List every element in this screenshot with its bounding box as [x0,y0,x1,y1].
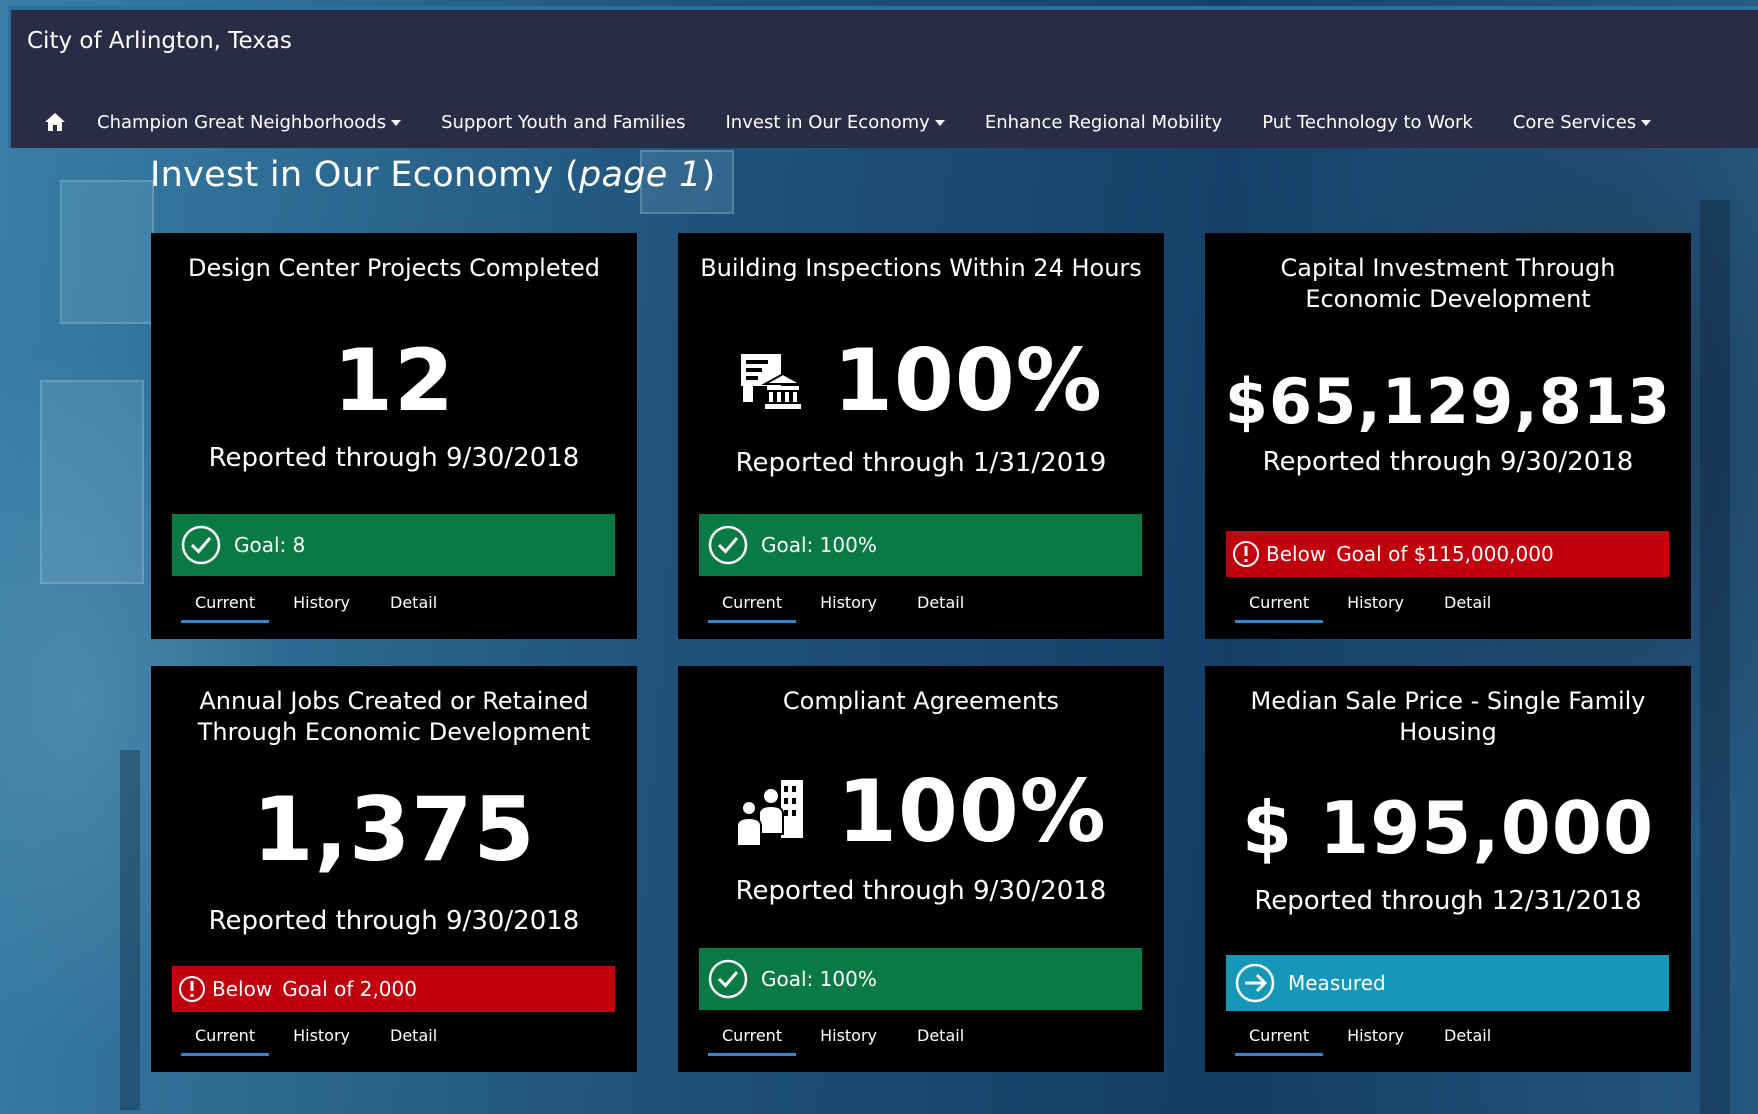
alert-circle-icon [178,975,206,1003]
tab-detail[interactable]: Detail [907,593,974,623]
kpi-card-median-sale-price: Median Sale Price - Single Family Housin… [1205,666,1691,1072]
tab-current[interactable]: Current [1235,1026,1324,1056]
card-tabs: Current History Detail [181,593,467,623]
reported-through: Reported through 9/30/2018 [1262,447,1634,477]
status-bar-below-goal: Below Goal of 2,000 [172,966,615,1012]
kpi-value-row: 100% [678,762,1164,862]
tab-detail[interactable]: Detail [1434,593,1501,623]
status-text: Goal of 2,000 [282,977,417,1001]
status-text: Goal: 100% [761,967,877,991]
reported-through: Reported through 12/31/2018 [1254,886,1642,916]
tab-detail[interactable]: Detail [380,1026,447,1056]
caret-down-icon [1641,120,1652,126]
kpi-card-annual-jobs: Annual Jobs Created or Retained Through … [151,666,637,1072]
site-title[interactable]: City of Arlington, Texas [27,28,292,54]
nav-item-label: Core Services [1512,111,1637,133]
tab-history[interactable]: History [1337,593,1414,623]
nav-item-enhance-regional-mobility[interactable]: Enhance Regional Mobility [985,112,1222,133]
background-tree-trunk [1700,200,1730,1114]
nav-item-label: Put Technology to Work [1262,111,1473,133]
status-label: Below [212,977,273,1001]
reported-through: Reported through 9/30/2018 [208,443,580,473]
background-window [60,180,154,324]
alert-circle-icon [1232,540,1260,568]
card-title: Compliant Agreements [782,687,1060,715]
card-title: Design Center Projects Completed [187,254,601,282]
kpi-card-design-center-projects: Design Center Projects Completed 12 Repo… [151,233,637,639]
card-tabs: Current History Detail [708,593,994,623]
home-icon[interactable] [43,110,67,134]
kpi-value: $65,129,813 [1224,365,1672,438]
tab-detail[interactable]: Detail [1434,1026,1501,1056]
card-tabs: Current History Detail [1235,1026,1521,1056]
header-bar: City of Arlington, Texas Champion Great … [8,6,1758,148]
kpi-value-row: 100% [678,331,1164,431]
arrow-right-circle-icon [1234,962,1276,1004]
building-inspection-icon [739,352,804,410]
page-title-text: Invest in Our Economy [150,155,554,195]
status-label: Below [1266,542,1327,566]
check-circle-icon [180,524,222,566]
page-title-suffix: page 1 [578,155,702,195]
page-title: Invest in Our Economy (page 1) [150,155,716,195]
kpi-value: 100% [833,331,1103,431]
card-title: Annual Jobs Created or Retained Through … [197,687,591,746]
status-bar-measured: Measured [1226,955,1669,1011]
nav-item-support-youth-and-families[interactable]: Support Youth and Families [441,112,685,133]
tab-history[interactable]: History [1337,1026,1414,1056]
nav-item-put-technology-to-work[interactable]: Put Technology to Work [1262,112,1473,133]
card-title: Capital Investment Through Economic Deve… [1280,254,1616,313]
status-bar-goal-met: Goal: 8 [172,514,615,576]
tab-current[interactable]: Current [708,1026,797,1056]
kpi-value: 100% [837,762,1107,862]
nav-item-champion-great-neighborhoods[interactable]: Champion Great Neighborhoods [97,111,402,133]
tab-detail[interactable]: Detail [380,593,447,623]
status-text: Goal: 8 [234,533,306,557]
card-tabs: Current History Detail [181,1026,467,1056]
tab-current[interactable]: Current [181,593,270,623]
tab-current[interactable]: Current [1235,593,1324,623]
caret-down-icon [934,120,945,126]
reported-through: Reported through 1/31/2019 [735,448,1107,478]
status-bar-below-goal: Below Goal of $115,000,000 [1226,531,1669,577]
kpi-value: $ 195,000 [1241,786,1655,870]
nav-item-label: Enhance Regional Mobility [984,111,1223,133]
tab-history[interactable]: History [283,1026,360,1056]
card-tabs: Current History Detail [1235,593,1521,623]
status-text: Goal of $115,000,000 [1336,542,1554,566]
check-circle-icon [707,958,749,1000]
nav-item-label: Invest in Our Economy [725,111,930,133]
tab-current[interactable]: Current [181,1026,270,1056]
card-title: Median Sale Price - Single Family Housin… [1250,687,1646,746]
kpi-card-compliant-agreements: Compliant Agreements 100% Reported throu… [678,666,1164,1072]
people-building-icon [735,774,807,850]
caret-down-icon [391,120,402,126]
tab-current[interactable]: Current [708,593,797,623]
card-title: Building Inspections Within 24 Hours [700,254,1142,282]
kpi-card-building-inspections: Building Inspections Within 24 Hours 100… [678,233,1164,639]
reported-through: Reported through 9/30/2018 [735,876,1107,906]
status-bar-goal-met: Goal: 100% [699,514,1142,576]
background-window [40,380,144,584]
nav-item-label: Champion Great Neighborhoods [97,111,387,133]
status-text: Measured [1288,971,1386,995]
nav-item-label: Support Youth and Families [441,111,686,133]
status-text: Goal: 100% [761,533,877,557]
kpi-value: 12 [333,331,455,431]
background-column [120,750,140,1110]
nav-item-invest-in-our-economy[interactable]: Invest in Our Economy [726,112,945,133]
tab-history[interactable]: History [810,593,887,623]
tab-history[interactable]: History [810,1026,887,1056]
tab-detail[interactable]: Detail [907,1026,974,1056]
main-nav: Champion Great Neighborhoods Support You… [41,102,1691,142]
status-bar-goal-met: Goal: 100% [699,948,1142,1010]
reported-through: Reported through 9/30/2018 [208,906,580,936]
kpi-card-capital-investment: Capital Investment Through Economic Deve… [1205,233,1691,639]
tab-history[interactable]: History [283,593,360,623]
card-tabs: Current History Detail [708,1026,994,1056]
check-circle-icon [707,524,749,566]
nav-item-core-services[interactable]: Core Services [1512,111,1652,133]
kpi-value: 1,375 [252,778,536,881]
